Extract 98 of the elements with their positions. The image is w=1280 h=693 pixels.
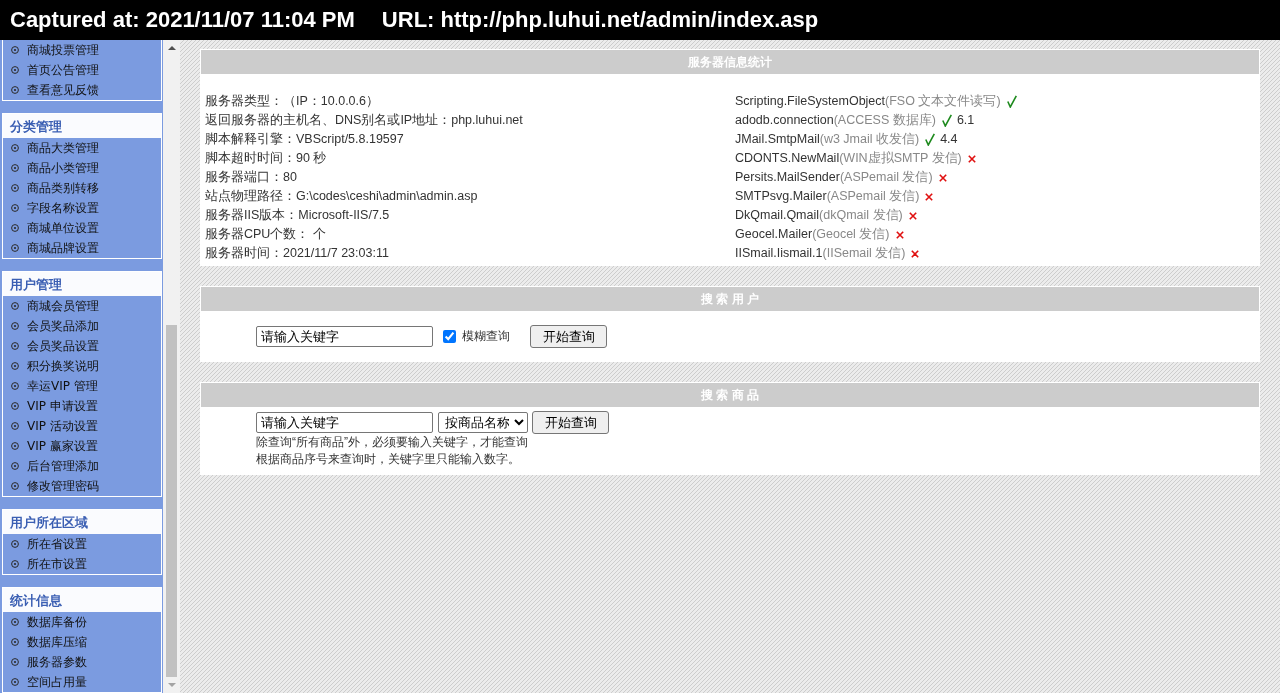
scrollbar-thumb[interactable]	[166, 325, 177, 677]
component-name: CDONTS.NewMail	[735, 150, 840, 167]
component-description: (ASPemail 发信)	[839, 169, 933, 186]
up-triangle-icon[interactable]	[167, 46, 176, 50]
sidebar-link[interactable]: 商城投票管理	[3, 40, 161, 60]
capture-time-text: Captured at: 2021/11/07 11:04 PM	[10, 7, 355, 33]
component-name: DkQmail.Qmail	[735, 207, 820, 224]
component-description: (w3 Jmail 收发信)	[819, 131, 920, 148]
ring-dot-icon	[11, 184, 19, 192]
ring-dot-icon	[11, 302, 19, 310]
sidebar-link[interactable]: 服务器参数	[3, 652, 161, 672]
keyword-input[interactable]: 请输入关键字	[256, 412, 433, 433]
ring-dot-icon	[11, 540, 19, 548]
ring-dot-icon	[11, 482, 19, 490]
info-text: 服务器IIS版本：Microsoft-IIS/7.5	[205, 207, 391, 224]
sidebar-link[interactable]: 商品类别转移	[3, 178, 161, 198]
sidebar-link[interactable]: 修改管理密码	[3, 476, 161, 496]
checkbox-label: 模糊查询	[462, 328, 510, 345]
sidebar-link[interactable]: 会员奖品设置	[3, 336, 161, 356]
component-description: (ACCESS 数据库)	[833, 112, 936, 129]
sidebar-link[interactable]: 商品小类管理	[3, 158, 161, 178]
menu-group-header: 分类管理	[3, 114, 161, 138]
sidebar-link[interactable]: 商城品牌设置	[3, 238, 161, 258]
menu-group-header: 用户所在区域	[3, 510, 161, 534]
sidebar-link[interactable]: 数据库压缩	[3, 632, 161, 652]
component-name: adodb.connection	[735, 112, 834, 129]
component-name: Scripting.FileSystemObject	[735, 93, 886, 110]
version-text: 4.4	[940, 131, 958, 148]
component-description: (ASPemail 发信)	[826, 188, 920, 205]
ring-dot-icon	[11, 382, 19, 390]
down-triangle-icon[interactable]	[167, 683, 176, 687]
info-text: 返回服务器的主机名、DNS别名或IP地址：php.luhui.net	[205, 112, 524, 129]
ring-dot-icon	[11, 66, 19, 74]
info-text: 服务器端口：80	[205, 169, 298, 186]
component-description: (IISemail 发信)	[822, 245, 906, 262]
search-field-dropdown[interactable]: 按商品名称	[438, 412, 528, 433]
ring-dot-icon	[11, 204, 19, 212]
ring-dot-icon	[11, 86, 19, 94]
hint-text: 除查询“所有商品”外，必须要输入关键字，才能查询	[256, 434, 529, 451]
sidebar-link[interactable]: 幸运VIP 管理	[3, 376, 161, 396]
url-text: URL: http://php.luhui.net/admin/index.asp	[381, 7, 819, 33]
sidebar-link[interactable]: 积分换奖说明	[3, 356, 161, 376]
sidebar-link[interactable]: VIP 活动设置	[3, 416, 161, 436]
sidebar-link[interactable]: 商城会员管理	[3, 296, 161, 316]
ring-dot-icon	[11, 402, 19, 410]
ring-dot-icon	[11, 422, 19, 430]
ring-dot-icon	[11, 164, 19, 172]
fuzzy-checkbox[interactable]	[443, 330, 456, 343]
ring-dot-icon	[11, 442, 19, 450]
ring-dot-icon	[11, 244, 19, 252]
sidebar-link[interactable]: 查看意见反馈	[3, 80, 161, 100]
sidebar-link[interactable]: 字段名称设置	[3, 198, 161, 218]
ring-dot-icon	[11, 342, 19, 350]
component-name: JMail.SmtpMail	[735, 131, 820, 148]
ring-dot-icon	[11, 362, 19, 370]
version-text: 6.1	[956, 112, 975, 129]
info-text: 脚本解释引擎：VBScript/5.8.19597	[205, 131, 405, 148]
sidebar-link[interactable]: 数据库备份	[3, 612, 161, 632]
component-name: Persits.MailSender	[735, 169, 840, 186]
component-name: IISmail.Iismail.1	[735, 245, 823, 262]
menu-group-header: 统计信息	[3, 588, 161, 612]
keyword-input[interactable]: 请输入关键字	[256, 326, 433, 347]
ring-dot-icon	[11, 560, 19, 568]
info-text: 服务器CPU个数： 个	[205, 226, 327, 243]
component-description: (dkQmail 发信)	[819, 207, 903, 224]
info-text: 脚本超时时间：90 秒	[205, 150, 328, 167]
ring-dot-icon	[11, 618, 19, 626]
info-text: 站点物理路径：G:\codes\ceshi\admin\admin.asp	[205, 188, 479, 205]
ring-dot-icon	[11, 658, 19, 666]
info-text: 服务器时间：2021/11/7 23:03:11	[205, 245, 390, 262]
ring-dot-icon	[11, 322, 19, 330]
sidebar-link[interactable]: 商品大类管理	[3, 138, 161, 158]
ring-dot-icon	[11, 678, 19, 686]
sidebar-link[interactable]: 空间占用量	[3, 672, 161, 692]
sidebar-link[interactable]: VIP 赢家设置	[3, 436, 161, 456]
sidebar-link[interactable]: 会员奖品添加	[3, 316, 161, 336]
hint-text: 根据商品序号来查询时，关键字里只能输入数字。	[256, 451, 521, 468]
ring-dot-icon	[11, 638, 19, 646]
info-text: 服务器类型：（IP：10.0.0.6）	[205, 93, 380, 110]
search-button[interactable]: 开始查询	[530, 325, 607, 348]
scrollbar[interactable]	[163, 40, 180, 693]
ring-dot-icon	[11, 144, 19, 152]
sidebar-link[interactable]: 所在省设置	[3, 534, 161, 554]
sidebar-link[interactable]: 所在市设置	[3, 554, 161, 574]
menu-group-header: 用户管理	[3, 272, 161, 296]
search-button[interactable]: 开始查询	[532, 411, 609, 434]
component-name: Geocel.Mailer	[735, 226, 813, 243]
sidebar-link[interactable]: 商城单位设置	[3, 218, 161, 238]
sidebar-link[interactable]: VIP 申请设置	[3, 396, 161, 416]
ring-dot-icon	[11, 46, 19, 54]
component-description: (Geocel 发信)	[812, 226, 890, 243]
sidebar-link[interactable]: 后台管理添加	[3, 456, 161, 476]
ring-dot-icon	[11, 224, 19, 232]
component-name: SMTPsvg.Mailer	[735, 188, 827, 205]
sidebar-link[interactable]: 首页公告管理	[3, 60, 161, 80]
component-description: (WIN虚拟SMTP 发信)	[839, 150, 962, 167]
ring-dot-icon	[11, 462, 19, 470]
component-description: (FSO 文本文件读写)	[885, 93, 1001, 110]
